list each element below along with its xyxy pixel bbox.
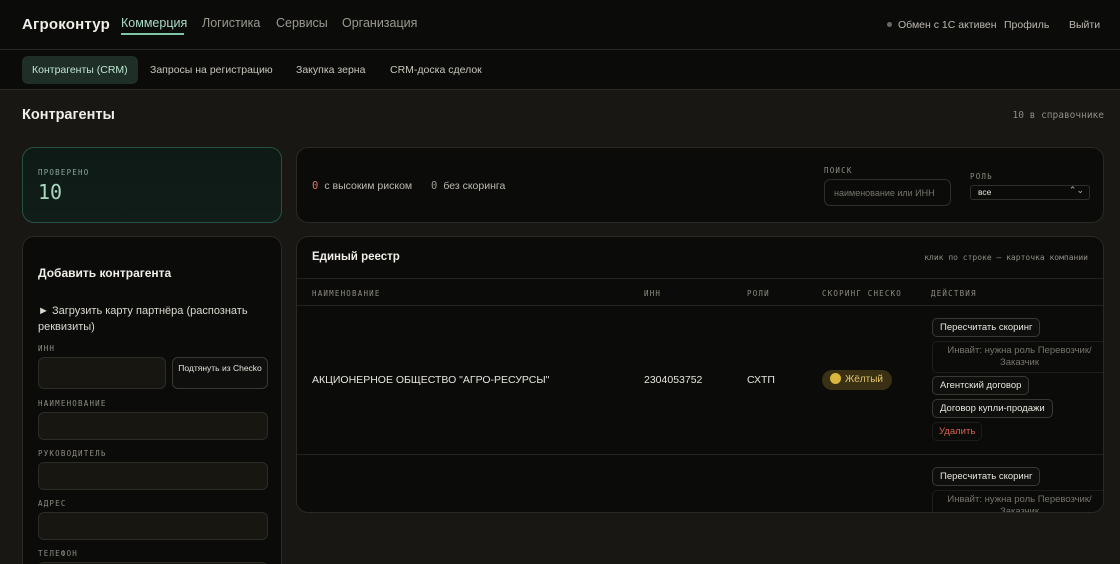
high-risk-count: 0	[312, 180, 319, 192]
page-title: Контрагенты	[22, 107, 115, 123]
add-counterparty-form: Добавить контрагента ► Загрузить карту п…	[22, 236, 282, 564]
tab-crm-deal-board[interactable]: CRM-доска сделок	[390, 64, 482, 76]
sync-status-text: Обмен с 1С активен	[898, 19, 997, 31]
sub-navigation: Контрагенты (CRM) Запросы на регистрацию…	[0, 50, 1120, 90]
sale-contract-button[interactable]: Договор купли-продажи	[932, 399, 1053, 418]
name-label: НАИМЕНОВАНИЕ	[38, 399, 107, 408]
invite-button-disabled[interactable]: Инвайт: нужна роль Перевозчик/Заказчик	[932, 341, 1103, 373]
column-header-roles: РОЛИ	[747, 289, 770, 298]
row-name: АКЦИОНЕРНОЕ ОБЩЕСТВО "АГРО-РЕСУРСЫ"	[312, 374, 550, 386]
tab-registration-requests[interactable]: Запросы на регистрацию	[150, 64, 273, 76]
tab-counterparties-crm[interactable]: Контрагенты (CRM)	[22, 56, 138, 84]
status-dot-icon	[887, 22, 892, 27]
inn-label: ИНН	[38, 344, 56, 353]
delete-button[interactable]: Удалить	[932, 422, 983, 441]
table-row[interactable]: Пересчитать скоринг Инвайт: нужна роль П…	[297, 456, 1103, 512]
high-risk-filter[interactable]: 0 с высоким риском	[312, 180, 412, 192]
registry-hint: клик по строке — карточка компании	[924, 253, 1088, 262]
tab-grain-purchase[interactable]: Закупка зерна	[296, 64, 365, 76]
phone-label: ТЕЛЕФОН	[38, 549, 79, 558]
role-select[interactable]: все ⌃⌄	[970, 185, 1090, 200]
director-field[interactable]	[38, 462, 268, 490]
search-label: ПОИСК	[824, 166, 853, 175]
yellow-status-icon	[830, 373, 841, 384]
form-title: Добавить контрагента	[38, 266, 172, 280]
scoring-text: Жёлтый	[845, 374, 883, 385]
filter-card: 0 с высоким риском 0 без скоринга ПОИСК РО…	[296, 147, 1104, 223]
role-select-value: все	[978, 187, 992, 197]
top-navigation: Агроконтур Коммерция Логистика Сервисы О…	[0, 0, 1120, 50]
address-field[interactable]	[38, 512, 268, 540]
director-label: РУКОВОДИТЕЛЬ	[38, 449, 107, 458]
rescore-button[interactable]: Пересчитать скоринг	[932, 318, 1041, 337]
stat-label: ПРОВЕРЕНО	[38, 168, 90, 177]
column-header-scoring: СКОРИНГ CHECKO	[822, 289, 903, 298]
registry-card: Единый реестр клик по строке — карточка …	[296, 236, 1104, 513]
name-field[interactable]	[38, 412, 268, 440]
sync-status: Обмен с 1С активен	[887, 19, 997, 31]
row-inn: 2304053752	[644, 374, 703, 386]
rescore-button[interactable]: Пересчитать скоринг	[932, 467, 1041, 486]
no-scoring-filter[interactable]: 0 без скоринга	[431, 180, 505, 192]
row-roles: СХТП	[747, 374, 775, 386]
role-label: РОЛЬ	[970, 172, 993, 181]
logout-link[interactable]: Выйти	[1069, 19, 1100, 31]
table-row[interactable]: АКЦИОНЕРНОЕ ОБЩЕСТВО "АГРО-РЕСУРСЫ" 2304…	[297, 307, 1103, 455]
column-header-name: НАИМЕНОВАНИЕ	[312, 289, 381, 298]
no-scoring-label: без скоринга	[443, 180, 506, 192]
search-input[interactable]	[824, 179, 951, 206]
nav-item-organization[interactable]: Организация	[342, 16, 417, 30]
nav-item-logistics[interactable]: Логистика	[202, 16, 260, 30]
fetch-from-checko-button[interactable]: Подтянуть из Checko	[172, 357, 268, 389]
nav-item-commerce[interactable]: Коммерция	[121, 16, 187, 30]
high-risk-label: с высоким риском	[324, 180, 413, 192]
upload-partner-card-toggle[interactable]: ► Загрузить карту партнёра (распознать р…	[38, 303, 273, 335]
brand-logo[interactable]: Агроконтур	[22, 16, 110, 33]
table-header: НАИМЕНОВАНИЕ ИНН РОЛИ СКОРИНГ CHECKO ДЕЙ…	[297, 278, 1103, 306]
invite-button-disabled[interactable]: Инвайт: нужна роль Перевозчик/Заказчик	[932, 490, 1103, 512]
directory-count: 10 в справочнике	[1012, 110, 1104, 121]
profile-link[interactable]: Профиль	[1004, 19, 1049, 31]
verified-stat-card: ПРОВЕРЕНО 10	[22, 147, 282, 223]
scoring-badge: Жёлтый	[822, 370, 892, 390]
address-label: АДРЕС	[38, 499, 67, 508]
no-scoring-count: 0	[431, 180, 438, 192]
column-header-actions: ДЕЙСТВИЯ	[931, 289, 977, 298]
nav-item-services[interactable]: Сервисы	[276, 16, 328, 30]
stat-value: 10	[38, 180, 63, 204]
select-chevron-icon: ⌃⌄	[1068, 185, 1084, 195]
column-header-inn: ИНН	[644, 289, 662, 298]
registry-title: Единый реестр	[312, 251, 400, 263]
nav-active-indicator	[121, 33, 184, 35]
agency-contract-button[interactable]: Агентский договор	[932, 376, 1030, 395]
inn-field[interactable]	[38, 357, 166, 389]
